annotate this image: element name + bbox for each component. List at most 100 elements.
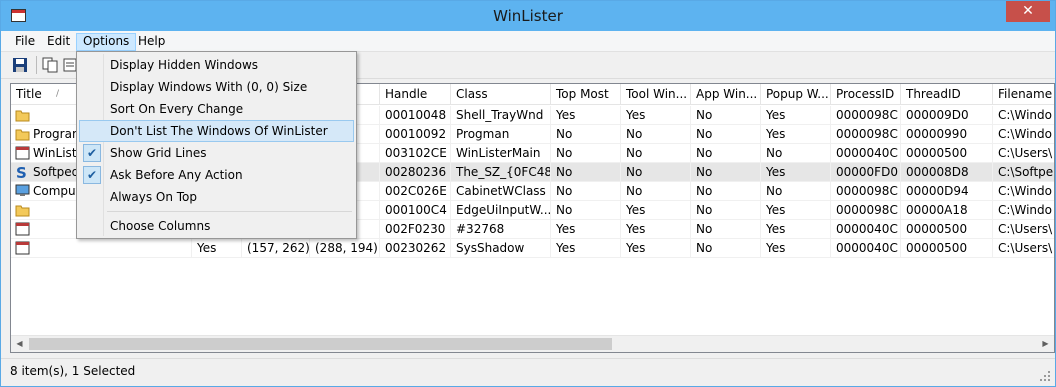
column-header-app-window[interactable]: App Win... xyxy=(691,84,761,105)
cell-c3: (288, 194) xyxy=(310,239,380,258)
softpedia-icon: S xyxy=(15,164,30,182)
menu-bar: File Edit Options Help xyxy=(1,31,1055,52)
window-icon xyxy=(15,222,30,236)
cell-tid: 00000500 xyxy=(901,144,993,163)
cell-topmost: Yes xyxy=(551,239,621,258)
cell-class: EdgeUiInputW... xyxy=(451,201,551,220)
menu-item-label: Choose Columns xyxy=(110,219,211,233)
cell-file: C:\Windo xyxy=(993,201,1054,220)
cell-file: C:\Windo xyxy=(993,106,1054,125)
cell-tool: Yes xyxy=(621,106,691,125)
cell-app: No xyxy=(691,239,761,258)
column-header-handle[interactable]: Handle xyxy=(380,84,451,105)
cell-topmost: No xyxy=(551,163,621,182)
menu-item-choose-columns[interactable]: Choose Columns xyxy=(79,215,354,237)
cell-pid: 0000098C xyxy=(831,182,901,201)
cell-topmost: Yes xyxy=(551,106,621,125)
cell-popup: No xyxy=(761,182,831,201)
horizontal-scrollbar[interactable]: ◀ ▶ xyxy=(11,335,1054,352)
table-row[interactable]: Yes (157, 262) (288, 194) 00230262 SysShadow… xyxy=(11,239,1054,258)
menu-item-label: Always On Top xyxy=(110,190,197,204)
menu-item-label: Sort On Every Change xyxy=(110,102,244,116)
menu-item-don-t-list-the-windows-of-winlister[interactable]: Don't List The Windows Of WinLister xyxy=(79,120,354,142)
cell-app: No xyxy=(691,220,761,239)
menu-item-show-grid-lines[interactable]: ✔ Show Grid Lines xyxy=(79,142,354,164)
cell-tid: 000008D8 xyxy=(901,163,993,182)
cell-pid: 0000040C xyxy=(831,144,901,163)
cell-class: The_SZ_{0FC48... xyxy=(451,163,551,182)
menu-item-label: Display Windows With (0, 0) Size xyxy=(110,80,308,94)
cell-class: #32768 xyxy=(451,220,551,239)
column-header-top-most[interactable]: Top Most xyxy=(551,84,621,105)
column-header-process-id[interactable]: ProcessID xyxy=(831,84,901,105)
cell-popup: Yes xyxy=(761,163,831,182)
toolbar-separator xyxy=(36,56,37,74)
cell-handle: 000100C4 xyxy=(380,201,451,220)
cell-tool: Yes xyxy=(621,239,691,258)
cell-tool: Yes xyxy=(621,201,691,220)
menu-item-sort-on-every-change[interactable]: Sort On Every Change xyxy=(79,98,354,120)
resize-grip-icon[interactable] xyxy=(1039,370,1051,382)
folder-icon xyxy=(15,127,30,141)
save-icon[interactable] xyxy=(12,57,28,73)
menu-options[interactable]: Options xyxy=(76,33,137,51)
cell-file: C:\Softpe xyxy=(993,163,1054,182)
cell-handle: 003102CE xyxy=(380,144,451,163)
cell-tool: Yes xyxy=(621,220,691,239)
copy-icon[interactable] xyxy=(42,57,58,73)
cell-handle: 00280236 xyxy=(380,163,451,182)
cell-tool: No xyxy=(621,182,691,201)
scroll-right-icon[interactable]: ▶ xyxy=(1037,336,1054,352)
cell-app: No xyxy=(691,182,761,201)
column-header-filename[interactable]: Filename xyxy=(993,84,1054,105)
menu-item-display-windows-with-0-0-size[interactable]: Display Windows With (0, 0) Size xyxy=(79,76,354,98)
cell-tid: 00000500 xyxy=(901,220,993,239)
cell-app: No xyxy=(691,106,761,125)
cell-pid: 0000040C xyxy=(831,220,901,239)
status-bar: 8 item(s), 1 Selected xyxy=(1,358,1055,386)
window-icon xyxy=(15,241,30,255)
column-header-popup-window[interactable]: Popup W... xyxy=(761,84,831,105)
menu-item-ask-before-any-action[interactable]: ✔ Ask Before Any Action xyxy=(79,164,354,186)
cell-topmost: No xyxy=(551,125,621,144)
scroll-left-icon[interactable]: ◀ xyxy=(11,336,28,352)
cell-popup: Yes xyxy=(761,201,831,220)
cell-pid: 0000040C xyxy=(831,239,901,258)
cell-tid: 00000500 xyxy=(901,239,993,258)
menu-help[interactable]: Help xyxy=(132,33,171,51)
cell-topmost: Yes xyxy=(551,220,621,239)
menu-file[interactable]: File xyxy=(9,33,41,51)
cell-popup: Yes xyxy=(761,106,831,125)
cell-handle: 00010092 xyxy=(380,125,451,144)
menu-item-label: Show Grid Lines xyxy=(110,146,207,160)
cell-pid: 00000FD0 xyxy=(831,163,901,182)
cell-tid: 000009D0 xyxy=(901,106,993,125)
scroll-thumb[interactable] xyxy=(29,338,612,350)
cell-tid: 00000A18 xyxy=(901,201,993,220)
column-header-class[interactable]: Class xyxy=(451,84,551,105)
title-bar[interactable]: WinLister ✕ xyxy=(1,1,1055,31)
app-window: WinLister ✕ File Edit Options Help Title… xyxy=(0,0,1056,387)
folder-icon xyxy=(15,203,30,217)
cell-class: WinListerMain xyxy=(451,144,551,163)
cell-handle: 002F0230 xyxy=(380,220,451,239)
close-button[interactable]: ✕ xyxy=(1006,1,1050,22)
column-header-thread-id[interactable]: ThreadID xyxy=(901,84,993,105)
cell-handle: 002C026E xyxy=(380,182,451,201)
menu-item-label: Display Hidden Windows xyxy=(110,58,259,72)
cell-popup: Yes xyxy=(761,125,831,144)
menu-item-label: Don't List The Windows Of WinLister xyxy=(110,124,328,138)
cell-file: C:\Users\ xyxy=(993,220,1054,239)
cell-file: C:\Users\ xyxy=(993,239,1054,258)
cell-topmost: No xyxy=(551,201,621,220)
checkmark-icon: ✔ xyxy=(83,144,101,162)
cell-tid: 00000D94 xyxy=(901,182,993,201)
menu-item-always-on-top[interactable]: Always On Top xyxy=(79,186,354,208)
svg-text:S: S xyxy=(16,165,27,179)
menu-item-label: Ask Before Any Action xyxy=(110,168,243,182)
cell-c1: Yes xyxy=(192,239,242,258)
menu-edit[interactable]: Edit xyxy=(41,33,76,51)
menu-item-display-hidden-windows[interactable]: Display Hidden Windows xyxy=(79,54,354,76)
window-title: WinLister xyxy=(493,7,563,25)
column-header-tool-window[interactable]: Tool Win... xyxy=(621,84,691,105)
